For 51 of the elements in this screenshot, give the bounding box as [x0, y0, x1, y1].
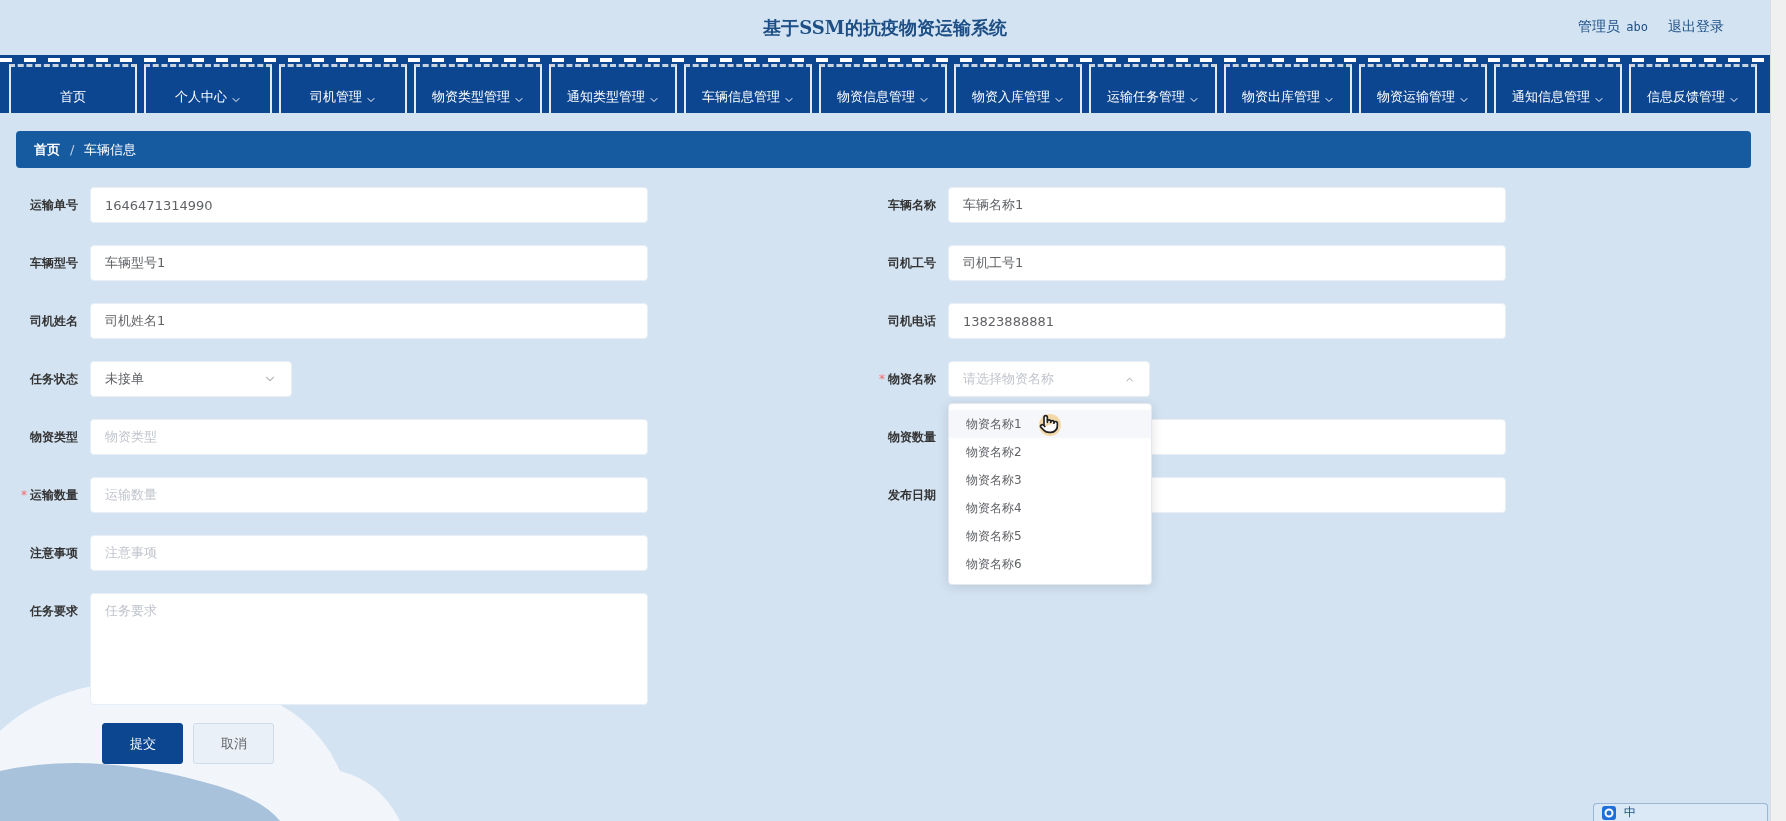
- nav-tab[interactable]: 物资运输管理: [1359, 64, 1487, 113]
- field-label: 任务状态: [29, 371, 79, 388]
- text-field[interactable]: 13823888881: [948, 303, 1506, 339]
- text-field[interactable]: 司机姓名1: [90, 303, 648, 339]
- field-label: * 运输数量: [20, 487, 79, 504]
- nav-tab[interactable]: 信息反馈管理: [1629, 64, 1757, 113]
- field-label: 物资数量: [887, 429, 937, 446]
- text-field[interactable]: 1646471314990: [90, 187, 648, 223]
- logout-link[interactable]: 退出登录: [1668, 18, 1724, 36]
- scrollbar[interactable]: [1770, 0, 1786, 821]
- nav-tab[interactable]: 首页: [9, 64, 137, 113]
- field-label: 发布日期: [887, 487, 937, 504]
- field-label: 车辆名称: [887, 197, 937, 214]
- select-field[interactable]: 未接单: [90, 361, 292, 397]
- breadcrumb-item: 车辆信息: [84, 140, 137, 159]
- nav-tab[interactable]: 车辆信息管理: [684, 64, 812, 113]
- nav-tab[interactable]: 通知类型管理: [549, 64, 677, 113]
- field-label: 司机姓名: [29, 313, 79, 330]
- nav-tab[interactable]: 司机管理: [279, 64, 407, 113]
- dropdown-option[interactable]: 物资名称2: [949, 438, 1151, 466]
- breadcrumb-separator: /: [70, 142, 75, 157]
- nav-tab[interactable]: 物资类型管理: [414, 64, 542, 113]
- nav-tab[interactable]: 个人中心: [144, 64, 272, 113]
- cancel-button[interactable]: 取消: [193, 723, 274, 764]
- text-field[interactable]: 车辆名称1: [948, 187, 1506, 223]
- ime-logo-icon: [1602, 805, 1616, 820]
- text-field[interactable]: 车辆型号1: [90, 245, 648, 281]
- dropdown-option[interactable]: 物资名称6: [949, 550, 1151, 578]
- field-label: 任务要求: [29, 603, 79, 620]
- field-label: 运输单号: [29, 197, 79, 214]
- user-label: 管理员 abo: [1578, 18, 1648, 36]
- nav-tab[interactable]: 物资信息管理: [819, 64, 947, 113]
- field-label: 物资类型: [29, 429, 79, 446]
- submit-button[interactable]: 提交: [102, 723, 183, 764]
- text-field[interactable]: 司机工号1: [948, 245, 1506, 281]
- field-label: 注意事项: [29, 545, 79, 562]
- field-label: * 物资名称: [878, 371, 937, 388]
- app-title: 基于SSM的抗疫物资运输系统: [763, 15, 1007, 40]
- dropdown-option[interactable]: 物资名称5: [949, 522, 1151, 550]
- field-label: 司机电话: [887, 313, 937, 330]
- dropdown-option[interactable]: 物资名称3: [949, 466, 1151, 494]
- ime-mode[interactable]: 中: [1624, 804, 1636, 821]
- nav-tab[interactable]: 物资出库管理: [1224, 64, 1352, 113]
- dropdown-option[interactable]: 物资名称4: [949, 494, 1151, 522]
- nav-tab[interactable]: 物资入库管理: [954, 64, 1082, 113]
- nav-tab[interactable]: 通知信息管理: [1494, 64, 1622, 113]
- dropdown-option[interactable]: 物资名称1: [949, 410, 1151, 438]
- field-label: 司机工号: [887, 255, 937, 272]
- breadcrumb-item[interactable]: 首页: [34, 140, 60, 159]
- nav-tab[interactable]: 运输任务管理: [1089, 64, 1217, 113]
- field-label: 车辆型号: [29, 255, 79, 272]
